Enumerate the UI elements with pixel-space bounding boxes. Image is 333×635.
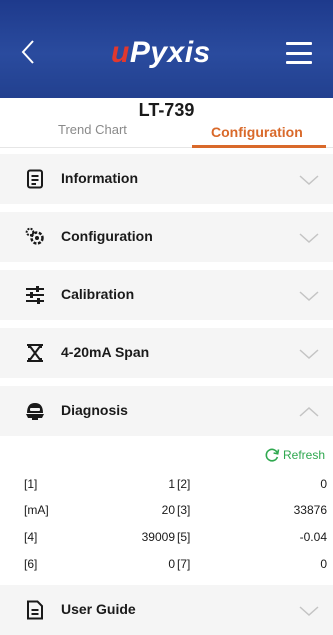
- device-title: LT-739: [138, 100, 195, 120]
- param-value: -0.04: [299, 530, 327, 544]
- chevron-down-icon[interactable]: [299, 347, 319, 360]
- hourglass-icon: [25, 343, 45, 363]
- param-key: [6]: [24, 557, 38, 571]
- tab-configuration[interactable]: Configuration: [211, 124, 303, 140]
- param-value: 20: [161, 503, 175, 517]
- section-label: Diagnosis: [61, 402, 128, 418]
- param-value: 0: [320, 557, 327, 571]
- document-icon: [25, 600, 45, 620]
- param-key: [4]: [24, 530, 38, 544]
- section-calibration[interactable]: Calibration: [0, 270, 333, 320]
- chevron-up-icon[interactable]: [299, 405, 319, 417]
- section-label: Information: [61, 170, 138, 186]
- param-key: [3]: [177, 503, 191, 517]
- chevron-down-icon[interactable]: [299, 231, 319, 244]
- section-label: 4-20mA Span: [61, 344, 150, 360]
- param-value: 1: [168, 477, 175, 491]
- gear-icon: [25, 227, 45, 247]
- param-key: [mA]: [24, 503, 49, 517]
- section-label: Calibration: [61, 286, 135, 302]
- hamburger-menu-icon[interactable]: [286, 42, 312, 64]
- chevron-down-icon[interactable]: [299, 173, 319, 186]
- refresh-label: Refresh: [283, 448, 326, 462]
- section-diagnosis[interactable]: Diagnosis: [0, 386, 333, 436]
- sliders-icon: [25, 285, 45, 305]
- section-information[interactable]: Information: [0, 154, 333, 204]
- app-header: uPyxis: [0, 0, 333, 98]
- section-configuration[interactable]: Configuration: [0, 212, 333, 262]
- back-icon[interactable]: [18, 38, 40, 66]
- section-span[interactable]: 4-20mA Span: [0, 328, 333, 378]
- param-key: [5]: [177, 530, 191, 544]
- param-value: 39009: [141, 530, 175, 544]
- document-icon: [25, 169, 45, 189]
- section-label: User Guide: [61, 601, 136, 617]
- param-key: [2]: [177, 477, 191, 491]
- param-value: 0: [168, 557, 175, 571]
- param-value: 33876: [293, 503, 327, 517]
- section-user-guide[interactable]: User Guide: [0, 585, 333, 635]
- refresh-icon: [265, 448, 280, 462]
- param-key: [1]: [24, 477, 38, 491]
- param-value: 0: [320, 477, 327, 491]
- app-logo: uPyxis: [111, 36, 211, 69]
- param-key: [7]: [177, 557, 191, 571]
- tab-trend-chart[interactable]: Trend Chart: [58, 122, 127, 137]
- diagnosis-icon: [25, 401, 45, 421]
- chevron-down-icon[interactable]: [299, 289, 319, 302]
- active-tab-indicator: [192, 145, 326, 148]
- section-label: Configuration: [61, 228, 153, 244]
- chevron-down-icon[interactable]: [299, 604, 319, 617]
